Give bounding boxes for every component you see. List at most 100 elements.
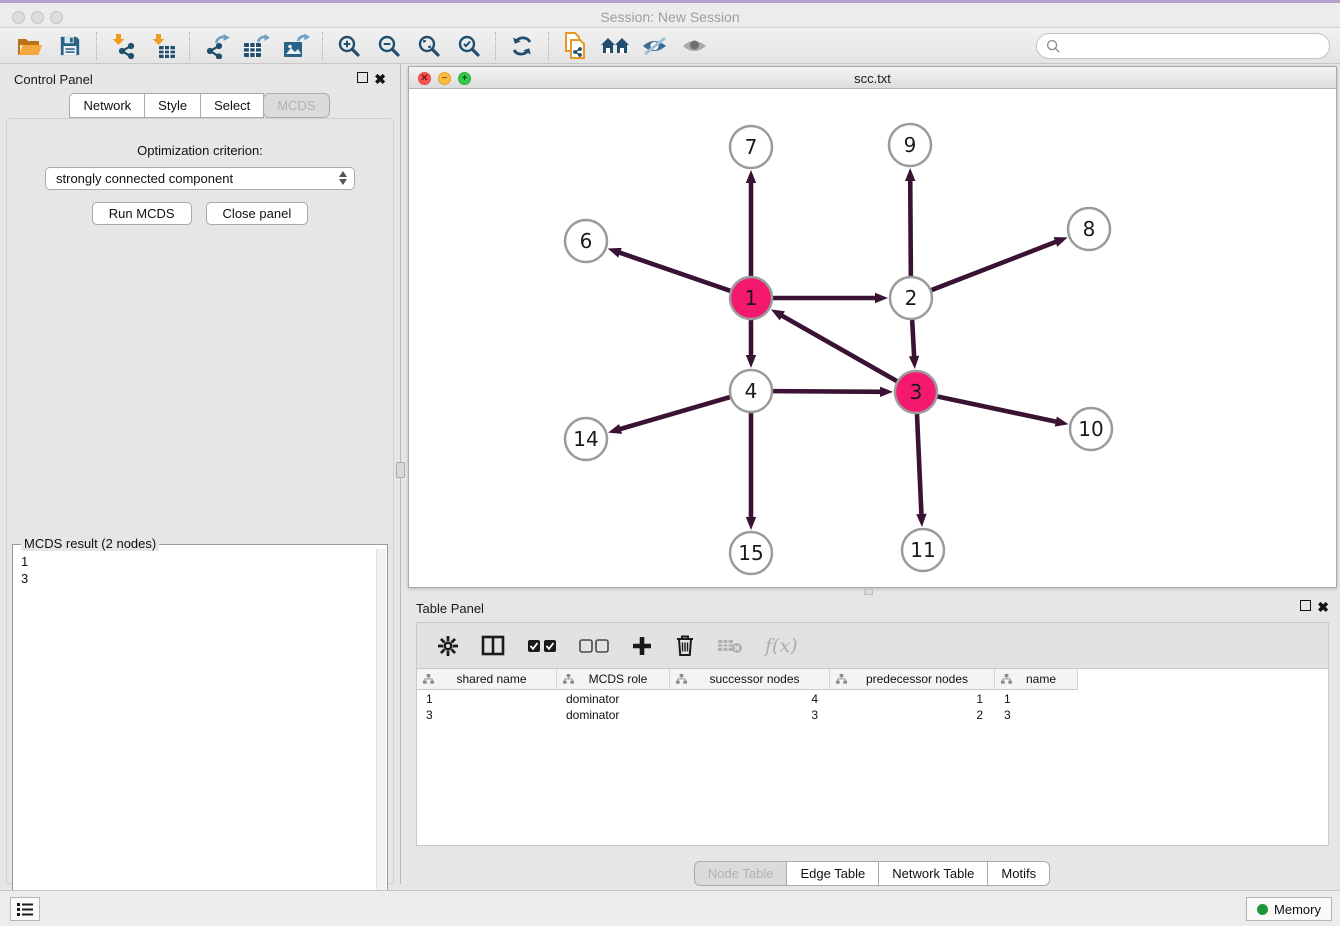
search-input[interactable] xyxy=(1061,39,1329,54)
edge-4-14[interactable] xyxy=(619,397,730,429)
cell-predecessor-nodes[interactable]: 2 xyxy=(830,707,995,723)
list-icon xyxy=(17,903,33,916)
deselect-all-icon[interactable] xyxy=(579,639,609,653)
table-row[interactable]: 3dominator323 xyxy=(417,707,1078,723)
network-graph[interactable]: 7968124314101511 xyxy=(409,89,1336,587)
column-header-shared-name[interactable]: shared name xyxy=(417,669,557,690)
hide-selected-icon[interactable] xyxy=(635,31,675,61)
delete-table-icon[interactable] xyxy=(717,637,743,655)
close-panel-button[interactable]: Close panel xyxy=(206,202,309,225)
mcds-result-text[interactable]: 1 3 xyxy=(13,549,375,925)
open-session-icon[interactable] xyxy=(10,31,50,61)
mcds-panel-body: Optimization criterion: strongly connect… xyxy=(6,118,394,884)
edge-2-8[interactable] xyxy=(932,241,1058,290)
panel-divider-handle[interactable] xyxy=(396,462,405,478)
network-canvas[interactable]: 7968124314101511 xyxy=(409,89,1336,587)
refresh-view-icon[interactable] xyxy=(502,31,542,61)
add-column-icon[interactable] xyxy=(631,635,653,657)
node-label-2: 2 xyxy=(905,286,918,310)
table-tabs: Node TableEdge TableNetwork TableMotifs xyxy=(408,861,1337,886)
network-window-title: scc.txt xyxy=(409,71,1336,86)
edge-3-11[interactable] xyxy=(917,414,922,516)
close-panel-icon[interactable]: ✖ xyxy=(374,71,386,88)
cell-shared-name[interactable]: 1 xyxy=(417,691,557,707)
column-header-mcds-role[interactable]: MCDS role xyxy=(557,669,670,690)
table-row[interactable]: 1dominator411 xyxy=(417,691,1078,707)
cell-successor-nodes[interactable]: 3 xyxy=(670,707,830,723)
edge-arrow-icon xyxy=(909,356,919,369)
node-table[interactable]: shared nameMCDS rolesuccessor nodesprede… xyxy=(416,668,1329,846)
clone-network-icon[interactable] xyxy=(555,31,595,61)
main-toolbar xyxy=(0,28,1340,64)
tab-edge-table[interactable]: Edge Table xyxy=(786,861,879,886)
export-network-icon[interactable] xyxy=(196,31,236,61)
edge-4-3[interactable] xyxy=(773,391,882,392)
edge-1-6[interactable] xyxy=(618,252,730,291)
optimization-criterion-label: Optimization criterion: xyxy=(7,143,393,158)
network-view-window: ✕ − + scc.txt 7968124314101511 xyxy=(408,66,1337,588)
show-all-icon[interactable] xyxy=(675,31,715,61)
save-session-icon[interactable] xyxy=(50,31,90,61)
control-panel-tabs: NetworkStyleSelectMCDS xyxy=(6,92,394,118)
task-history-button[interactable] xyxy=(10,897,40,921)
tab-motifs[interactable]: Motifs xyxy=(987,861,1050,886)
edge-2-3[interactable] xyxy=(912,320,914,358)
toolbar-separator xyxy=(96,32,97,60)
zoom-selected-icon[interactable] xyxy=(449,31,489,61)
node-label-1: 1 xyxy=(745,286,758,310)
toolbar-separator xyxy=(189,32,190,60)
column-header-successor-nodes[interactable]: successor nodes xyxy=(670,669,830,690)
edge-3-10[interactable] xyxy=(938,397,1058,422)
export-table-icon[interactable] xyxy=(236,31,276,61)
column-header-predecessor-nodes[interactable]: predecessor nodes xyxy=(830,669,995,690)
tab-network-table[interactable]: Network Table xyxy=(878,861,988,886)
delete-column-icon[interactable] xyxy=(675,634,695,657)
zoom-in-icon[interactable] xyxy=(329,31,369,61)
cell-mcds-role[interactable]: dominator xyxy=(557,691,670,707)
mcds-result-group: MCDS result (2 nodes) 1 3 xyxy=(12,544,388,926)
import-table-icon[interactable] xyxy=(143,31,183,61)
node-label-3: 3 xyxy=(910,380,923,404)
table-float-icon[interactable] xyxy=(1300,600,1311,611)
node-label-10: 10 xyxy=(1078,417,1103,441)
import-network-icon[interactable] xyxy=(103,31,143,61)
table-panel-title: Table Panel xyxy=(416,601,484,616)
tab-select[interactable]: Select xyxy=(200,93,264,118)
network-window-titlebar[interactable]: ✕ − + scc.txt xyxy=(409,67,1336,89)
tab-node-table[interactable]: Node Table xyxy=(694,861,788,886)
status-bar: Memory xyxy=(0,890,1340,926)
cell-name[interactable]: 3 xyxy=(995,707,1078,723)
criterion-select[interactable]: strongly connected component xyxy=(45,167,355,190)
cell-name[interactable]: 1 xyxy=(995,691,1078,707)
control-panel: Control Panel ✖ NetworkStyleSelectMCDS O… xyxy=(6,68,394,884)
cell-shared-name[interactable]: 3 xyxy=(417,707,557,723)
tab-network[interactable]: Network xyxy=(69,93,145,118)
cell-predecessor-nodes[interactable]: 1 xyxy=(830,691,995,707)
toolbar-separator xyxy=(548,32,549,60)
memory-button[interactable]: Memory xyxy=(1246,897,1332,921)
export-image-icon[interactable] xyxy=(276,31,316,61)
horizontal-divider-handle[interactable] xyxy=(864,589,873,595)
tab-style[interactable]: Style xyxy=(144,93,201,118)
run-mcds-button[interactable]: Run MCDS xyxy=(92,202,192,225)
cell-mcds-role[interactable]: dominator xyxy=(557,707,670,723)
column-header-name[interactable]: name xyxy=(995,669,1078,690)
zoom-out-icon[interactable] xyxy=(369,31,409,61)
table-close-icon[interactable]: ✖ xyxy=(1317,599,1329,616)
node-label-14: 14 xyxy=(573,427,598,451)
mcds-result-scrollbar[interactable] xyxy=(376,549,386,924)
select-all-icon[interactable] xyxy=(527,639,557,653)
zoom-fit-icon[interactable] xyxy=(409,31,449,61)
split-panel-icon[interactable] xyxy=(481,635,505,656)
search-box[interactable] xyxy=(1036,33,1330,59)
node-label-9: 9 xyxy=(904,133,917,157)
edge-3-1[interactable] xyxy=(781,315,897,381)
function-builder-icon[interactable]: f(x) xyxy=(765,635,798,657)
tab-mcds[interactable]: MCDS xyxy=(263,93,329,118)
float-panel-icon[interactable] xyxy=(357,72,368,83)
cell-successor-nodes[interactable]: 4 xyxy=(670,691,830,707)
table-settings-icon[interactable] xyxy=(437,635,459,657)
edge-2-9[interactable] xyxy=(910,179,911,276)
node-label-4: 4 xyxy=(745,379,758,403)
first-neighbors-icon[interactable] xyxy=(595,31,635,61)
